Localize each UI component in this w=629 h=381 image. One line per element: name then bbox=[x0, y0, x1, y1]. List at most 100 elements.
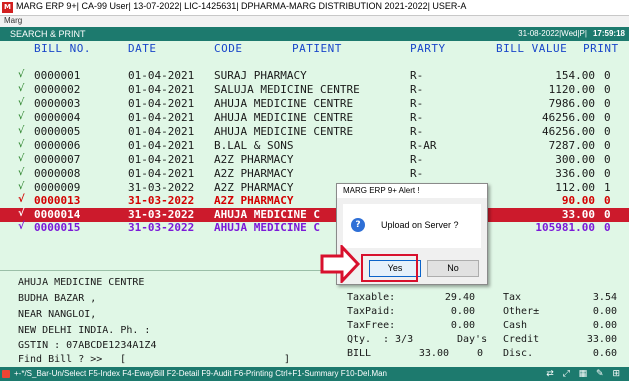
disc-label: Disc. bbox=[503, 348, 534, 359]
taxpaid-label: TaxPaid: bbox=[347, 306, 396, 317]
menubar: Marg bbox=[0, 16, 629, 27]
taxpaid-value: 0.00 bbox=[450, 306, 475, 317]
dialog-titlebar: MARG ERP 9+ Alert ! bbox=[337, 184, 487, 198]
shortcut-statusbar: +-*/S_Bar-Un/Select F5-Index F4-EwayBill… bbox=[0, 367, 629, 381]
find-bill-input[interactable] bbox=[130, 352, 280, 364]
col-header-party: PARTY bbox=[410, 42, 446, 55]
table-row[interactable]: √ 0000014 31-03-2022 AHUJA MEDICINE C 33.00 0 bbox=[0, 208, 629, 222]
row-print-count: 0 bbox=[604, 97, 611, 110]
row-date: 01-04-2021 bbox=[128, 97, 195, 110]
row-date: 01-04-2021 bbox=[128, 69, 195, 82]
row-check-icon: √ bbox=[18, 139, 25, 150]
app-logo-icon: M bbox=[2, 2, 13, 13]
table-row[interactable]: √ 0000003 01-04-2021 AHUJA MEDICINE CENTRE R… bbox=[0, 97, 629, 111]
col-header-patient: PATIENT bbox=[292, 42, 342, 55]
row-print-count: 1 bbox=[604, 181, 611, 194]
qty-label: Qty. bbox=[347, 334, 372, 345]
window-title: MARG ERP 9+| CA-99 User| 13-07-2022| LIC… bbox=[16, 1, 467, 11]
table-row[interactable]: √ 0000002 01-04-2021 SALUJA MEDICINE CENTRE… bbox=[0, 83, 629, 97]
menu-marg[interactable]: Marg bbox=[4, 16, 22, 25]
row-bill-value: 105981.00 bbox=[535, 221, 595, 234]
yes-button-highlight-box bbox=[361, 254, 418, 282]
row-check-icon: √ bbox=[18, 153, 25, 164]
row-party: R- bbox=[410, 167, 424, 180]
shortcut-keys-text: +-*/S_Bar-Un/Select F5-Index F4-EwayBill… bbox=[14, 369, 388, 378]
row-bill-no: 0000014 bbox=[34, 208, 81, 221]
row-date: 01-04-2021 bbox=[128, 153, 195, 166]
qty-value: : 3/3 bbox=[383, 334, 414, 345]
bill-amount: 33.00 bbox=[418, 348, 449, 359]
row-print-count: 0 bbox=[604, 139, 611, 152]
find-bill-bracket-close: ] bbox=[284, 354, 291, 365]
row-bill-value: 112.00 bbox=[555, 181, 595, 194]
row-bill-value: 7287.00 bbox=[548, 139, 595, 152]
col-header-code: CODE bbox=[214, 42, 243, 55]
table-row[interactable]: √000000931-03-2022A2Z PHARMACYR-112.001 bbox=[0, 181, 629, 195]
row-bill-value: 300.00 bbox=[555, 153, 595, 166]
row-date: 01-04-2021 bbox=[128, 125, 195, 138]
row-bill-value: 90.00 bbox=[561, 194, 595, 207]
row-check-icon: √ bbox=[18, 208, 25, 219]
customer-address-line-3: NEW DELHI INDIA. Ph. : bbox=[18, 325, 151, 336]
row-patient: A2Z PHARMACY bbox=[214, 153, 294, 166]
row-bill-value: 1120.00 bbox=[548, 83, 595, 96]
section-title: SEARCH & PRINT bbox=[10, 29, 86, 39]
status-app-icon bbox=[2, 370, 10, 378]
row-check-icon: √ bbox=[18, 125, 25, 136]
row-party: R- bbox=[410, 97, 424, 110]
cash-label: Cash bbox=[503, 320, 528, 331]
row-print-count: 0 bbox=[604, 194, 611, 207]
row-print-count: 0 bbox=[604, 153, 611, 166]
row-patient: AHUJA MEDICINE C bbox=[214, 221, 320, 234]
table-row[interactable]: √ 0000005 01-04-2021 AHUJA MEDICINE CENTRE R… bbox=[0, 125, 629, 139]
row-patient: AHUJA MEDICINE CENTRE bbox=[214, 97, 354, 110]
col-header-bill-value: BILL VALUE bbox=[496, 42, 568, 55]
customer-name: AHUJA MEDICINE CENTRE bbox=[18, 277, 145, 288]
table-row[interactable]: √ 0000013 31-03-2022 A2Z PHARMACY 90.00 0 bbox=[0, 194, 629, 208]
no-button[interactable]: No bbox=[427, 260, 479, 277]
row-check-icon: √ bbox=[18, 69, 25, 80]
credit-label: Credit bbox=[503, 334, 540, 345]
row-party: R- bbox=[410, 83, 424, 96]
date-time-display: 31-08-2022|Wed|P| 17:59:18 bbox=[518, 29, 625, 38]
row-patient: A2Z PHARMACY bbox=[214, 167, 294, 180]
row-party: R- bbox=[410, 111, 424, 124]
days-label: Day's bbox=[457, 334, 488, 345]
row-patient: A2Z PHARMACY bbox=[214, 181, 294, 194]
row-check-icon: √ bbox=[18, 111, 25, 122]
row-print-count: 0 bbox=[604, 125, 611, 138]
statusbar-tool-icons[interactable]: ⇄ ⤢ ▦ ✎ ⊞ bbox=[546, 369, 623, 379]
row-date: 01-04-2021 bbox=[128, 83, 195, 96]
row-bill-no: 0000006 bbox=[34, 139, 81, 152]
row-date: 31-03-2022 bbox=[128, 181, 195, 194]
question-icon: ? bbox=[351, 218, 365, 232]
row-check-icon: √ bbox=[18, 194, 25, 205]
table-row[interactable]: √ 0000008 01-04-2021 A2Z PHARMACY R- 336.00 0 bbox=[0, 167, 629, 181]
row-print-count: 0 bbox=[604, 167, 611, 180]
row-patient: AHUJA MEDICINE CENTRE bbox=[214, 125, 354, 138]
dialog-message: Upload on Server ? bbox=[381, 220, 459, 230]
find-bill-label: Find Bill ? >> bbox=[18, 354, 103, 365]
table-row[interactable]: √ 0000006 01-04-2021 B.LAL & SONS R-AR 7287.0… bbox=[0, 139, 629, 153]
credit-value: 33.00 bbox=[586, 334, 617, 345]
row-print-count: 0 bbox=[604, 208, 611, 221]
disc-value: 0.60 bbox=[592, 348, 617, 359]
table-row[interactable]: √ 0000007 01-04-2021 A2Z PHARMACY R- 300.00 0 bbox=[0, 153, 629, 167]
taxable-label: Taxable: bbox=[347, 292, 396, 303]
table-row[interactable]: √ 0000015 31-03-2022 AHUJA MEDICINE C 105981… bbox=[0, 221, 629, 235]
row-check-icon: √ bbox=[18, 221, 25, 232]
row-print-count: 0 bbox=[604, 83, 611, 96]
row-date: 31-03-2022 bbox=[128, 194, 195, 207]
row-party: R- bbox=[410, 69, 424, 82]
table-row[interactable]: √ 0000001 01-04-2021 SURAJ PHARMACY R- 154.00… bbox=[0, 69, 629, 83]
cash-value: 0.00 bbox=[592, 320, 617, 331]
current-time: 17:59:18 bbox=[592, 29, 625, 38]
row-date: 31-03-2022 bbox=[128, 208, 195, 221]
row-check-icon: √ bbox=[18, 83, 25, 94]
row-date: 01-04-2021 bbox=[128, 111, 195, 124]
table-row[interactable]: √ 0000004 01-04-2021 AHUJA MEDICINE CENTRE R… bbox=[0, 111, 629, 125]
tax-label: Tax bbox=[503, 292, 522, 303]
row-bill-no: 0000001 bbox=[34, 69, 81, 82]
row-date: 31-03-2022 bbox=[128, 221, 195, 234]
row-bill-no: 0000013 bbox=[34, 194, 81, 207]
